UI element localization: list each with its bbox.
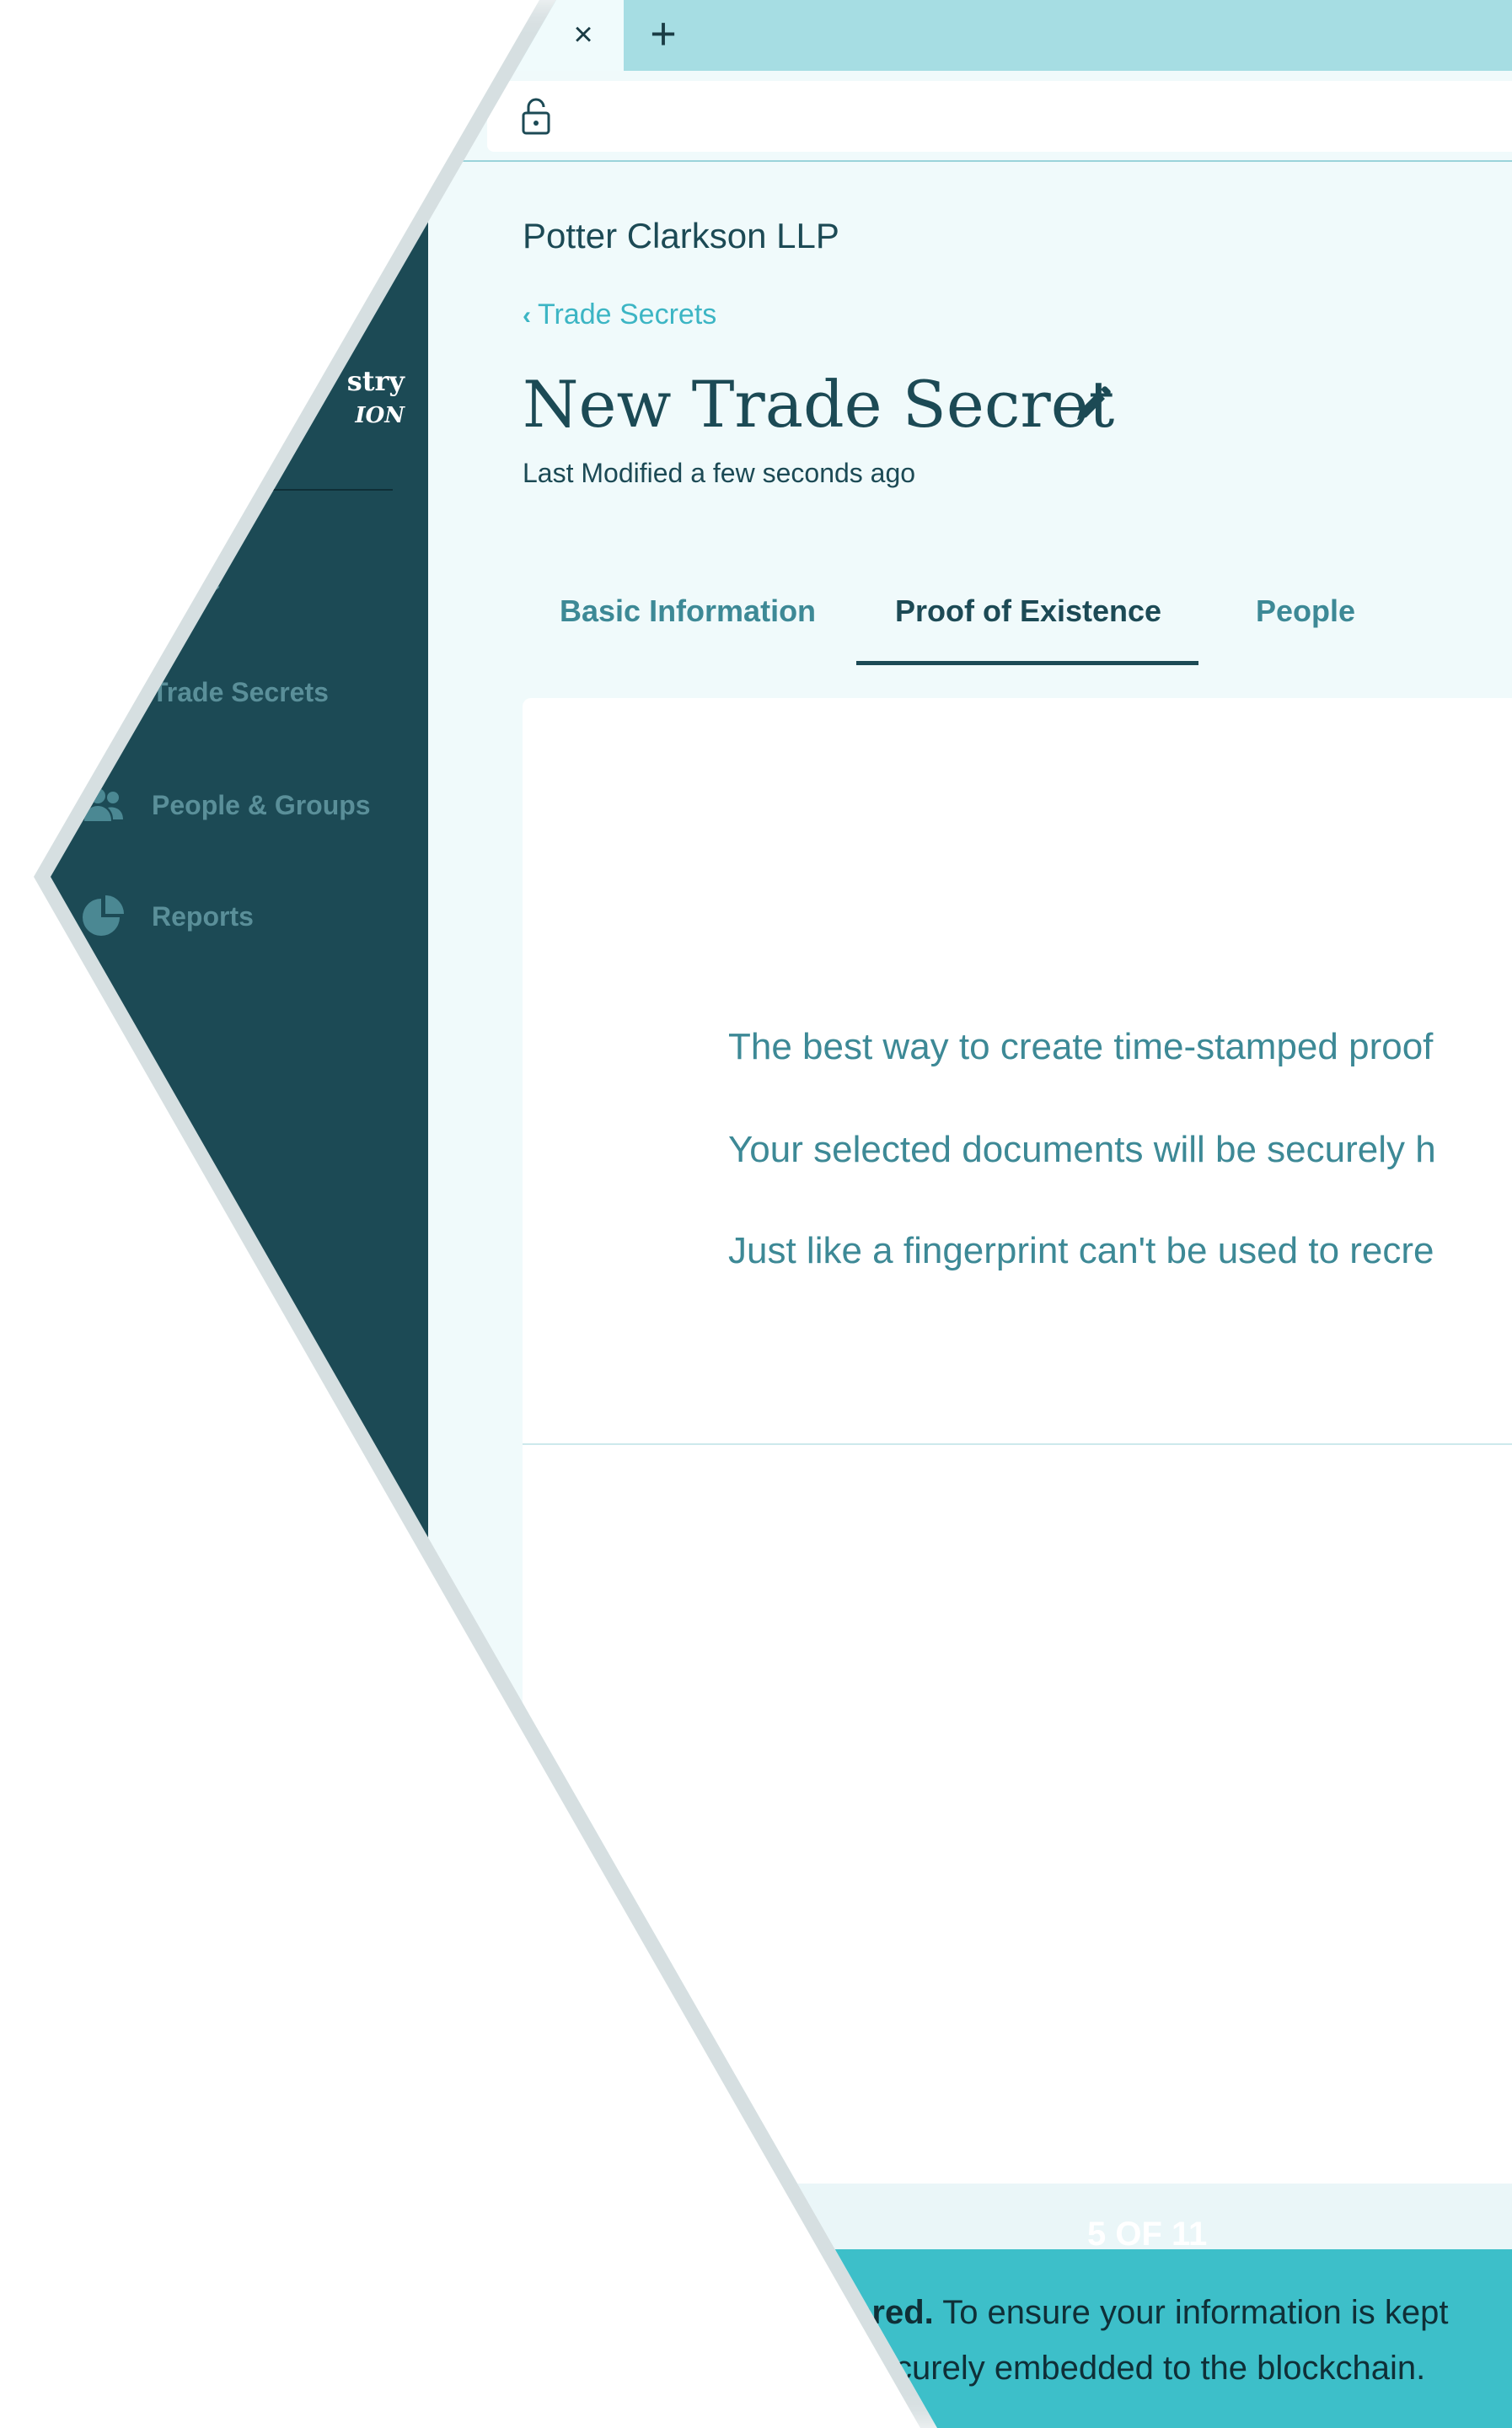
active-tab-indicator [856, 661, 1198, 665]
address-bar[interactable] [487, 81, 1512, 152]
intro-paragraph-2: Your selected documents will be securely… [728, 1129, 1436, 1170]
sidebar-item-label: Reports [152, 901, 254, 932]
padlock-icon [522, 98, 550, 135]
banner-line-1: To ensure your information is kept [933, 2294, 1449, 2331]
new-tab-icon[interactable]: + [642, 8, 684, 59]
breadcrumb-back-link[interactable]: ‹ Trade Secrets [523, 293, 716, 336]
intro-paragraph-3: Just like a fingerprint can't be used to… [728, 1230, 1434, 1271]
close-tab-icon[interactable]: × [566, 12, 600, 57]
sidebar-item-reports[interactable]: Reports [67, 887, 421, 946]
chevron-left-icon: ‹ [523, 302, 531, 330]
info-banner-text: ored. To ensure your information is kept… [851, 2285, 1509, 2396]
breadcrumb-label: Trade Secrets [538, 298, 717, 330]
screenshot-stage: × + stry ION e Trade Secrets [0, 0, 1512, 2428]
pie-chart-icon [83, 895, 124, 936]
page-title: New Trade Secret [523, 367, 1115, 442]
tab-people[interactable]: People [1256, 582, 1355, 641]
last-modified-text: Last Modified a few seconds ago [523, 458, 916, 488]
sidebar-item-people-groups[interactable]: People & Groups [67, 776, 421, 835]
sidebar-item-label: Trade Secrets [152, 677, 329, 707]
tab-basic-information[interactable]: Basic Information [560, 582, 816, 641]
tab-proof-of-existence[interactable]: Proof of Existence [895, 582, 1161, 641]
pencil-icon[interactable] [1072, 384, 1113, 425]
banner-line-2: curely embedded to the blockchain. [895, 2350, 1426, 2387]
sidebar-item-label: People & Groups [152, 790, 371, 820]
organization-name: Potter Clarkson LLP [523, 216, 839, 255]
intro-paragraph-1: The best way to create time-stamped proo… [728, 1026, 1434, 1067]
